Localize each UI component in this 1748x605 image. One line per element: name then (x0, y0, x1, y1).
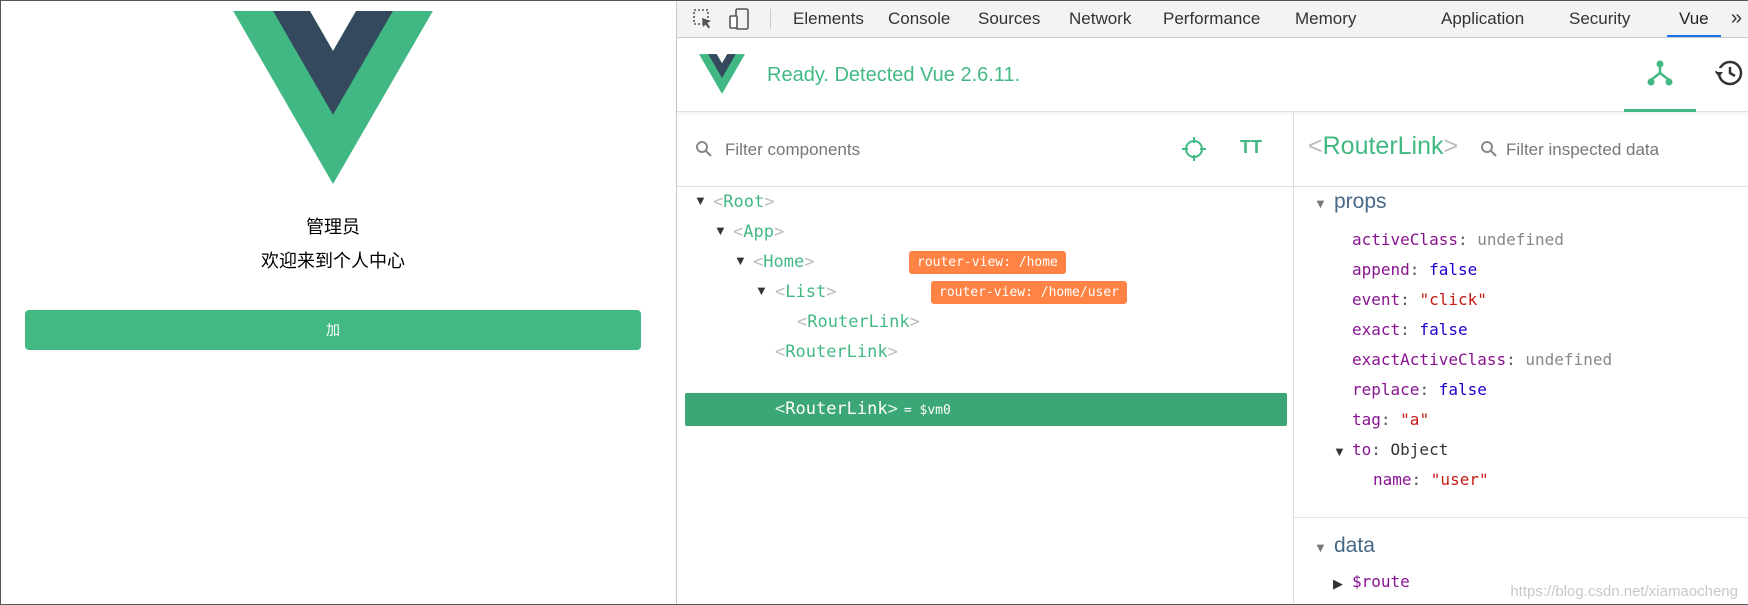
collapse-arrow-icon[interactable]: ▼ (1314, 196, 1327, 211)
tab-vue[interactable]: Vue (1667, 1, 1721, 37)
prop-row: event: "click" (1352, 290, 1487, 309)
format-component-names-button[interactable]: TT (1240, 137, 1262, 158)
components-tab[interactable] (1624, 38, 1696, 112)
tree-node-routerlink[interactable]: <RouterLink> (775, 337, 898, 367)
tab-network[interactable]: Network (1069, 1, 1131, 37)
expand-arrow-icon[interactable]: ▼ (755, 283, 768, 298)
tab-memory[interactable]: Memory (1295, 1, 1356, 37)
devtools-tab-bar: Elements Console Sources Network Perform… (677, 1, 1748, 38)
devtools-panel: Elements Console Sources Network Perform… (676, 1, 1748, 604)
selected-node-label: <RouterLink> = $vm0 (775, 399, 951, 419)
prop-row-nested: name: "user" (1373, 470, 1489, 489)
admin-label: 管理员 (306, 217, 360, 237)
router-view-badge: router-view: /home (909, 251, 1066, 274)
add-button[interactable]: 加 (25, 310, 641, 350)
tree-node-home[interactable]: <Home> (753, 247, 814, 277)
tab-sources[interactable]: Sources (978, 1, 1040, 37)
more-tabs-button[interactable]: » (1731, 1, 1742, 35)
prop-row: tag: "a" (1352, 410, 1430, 429)
expand-arrow-icon[interactable]: ▼ (714, 223, 727, 238)
select-component-crosshair-icon[interactable] (1181, 136, 1207, 162)
prop-row: exact: false (1352, 320, 1468, 339)
tree-node-routerlink-selected[interactable]: <RouterLink> = $vm0 (685, 393, 1287, 426)
status-text: Ready. Detected Vue 2.6.11. (767, 64, 1021, 86)
prop-row: append: false (1352, 260, 1478, 279)
vue-devtools-header: Ready. Detected Vue 2.6.11. (677, 38, 1748, 112)
inspector-pane: <RouterLink> ▼ props activeClass: undefi… (1294, 112, 1748, 604)
section-divider (1294, 517, 1748, 518)
tab-application[interactable]: Application (1441, 1, 1524, 37)
app-preview: 管理员 欢迎来到个人中心 加 (1, 1, 676, 604)
vue-logo (233, 11, 433, 184)
data-section-title[interactable]: data (1334, 534, 1375, 558)
components-filter-input[interactable] (723, 134, 1107, 166)
prop-row: replace: false (1352, 380, 1487, 399)
search-icon (1481, 141, 1497, 157)
inspected-component-title: <RouterLink> (1308, 132, 1459, 160)
inspect-element-icon[interactable] (691, 7, 715, 31)
tab-performance[interactable]: Performance (1163, 1, 1260, 37)
inspected-data-filter-input[interactable] (1504, 134, 1748, 166)
prop-row-object[interactable]: to: Object (1352, 440, 1448, 459)
vue-logo-icon (699, 54, 745, 94)
expand-arrow-icon[interactable]: ▼ (694, 193, 707, 208)
component-tree-icon (1647, 60, 1673, 86)
tree-node-app[interactable]: <App> (733, 217, 784, 247)
tree-node-root[interactable]: <Root> (713, 187, 774, 217)
tree-node-list[interactable]: <List> (775, 277, 836, 307)
welcome-text: 欢迎来到个人中心 (261, 251, 405, 271)
vm-reference: = $vm0 (903, 403, 951, 418)
components-filter-bar: TT (677, 112, 1293, 187)
tree-node-routerlink[interactable]: <RouterLink> (797, 307, 920, 337)
tab-console[interactable]: Console (888, 1, 950, 37)
history-icon[interactable] (1712, 56, 1746, 90)
expand-arrow-icon[interactable]: ▼ (1333, 444, 1346, 459)
collapse-arrow-icon[interactable]: ▼ (1314, 540, 1327, 555)
device-toolbar-icon[interactable] (727, 7, 751, 31)
prop-row: activeClass: undefined (1352, 230, 1564, 249)
expand-arrow-icon[interactable]: ▼ (734, 253, 747, 268)
components-pane: TT ▼ <Root> ▼ <App> ▼ <Home> router-view… (677, 112, 1294, 604)
tab-security[interactable]: Security (1569, 1, 1630, 37)
props-section-title[interactable]: props (1334, 190, 1387, 214)
collapsed-arrow-icon[interactable]: ▶ (1333, 576, 1343, 592)
inspector-header: <RouterLink> (1294, 112, 1748, 187)
tab-elements[interactable]: Elements (793, 1, 864, 37)
prop-row: exactActiveClass: undefined (1352, 350, 1613, 369)
search-icon (696, 141, 712, 157)
router-view-badge: router-view: /home/user (931, 281, 1128, 304)
data-row[interactable]: $route (1352, 572, 1410, 591)
watermark-text: https://blog.csdn.net/xiamaocheng (1510, 583, 1738, 600)
toolbar-divider (770, 9, 771, 29)
